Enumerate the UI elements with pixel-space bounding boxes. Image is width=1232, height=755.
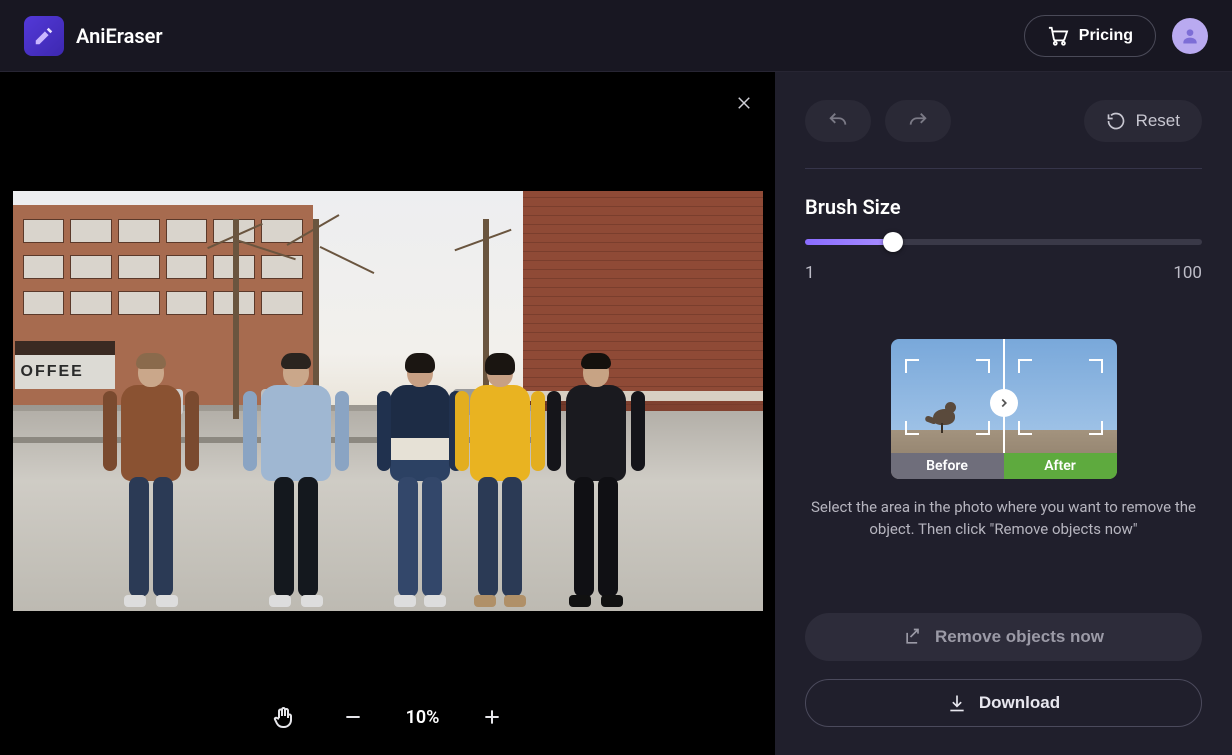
example-section: Before After Select the area in the phot… bbox=[805, 339, 1202, 541]
eraser-icon bbox=[903, 627, 923, 647]
remove-objects-label: Remove objects now bbox=[935, 627, 1104, 647]
user-avatar[interactable] bbox=[1172, 18, 1208, 54]
redo-icon bbox=[907, 110, 929, 132]
brush-min-label: 1 bbox=[805, 263, 815, 283]
close-button[interactable] bbox=[731, 90, 757, 116]
panel-actions: Remove objects now Download bbox=[805, 613, 1202, 727]
cart-icon bbox=[1047, 26, 1069, 46]
header-actions: Pricing bbox=[1024, 15, 1208, 57]
instruction-text: Select the area in the photo where you w… bbox=[805, 497, 1202, 541]
canvas-holder[interactable]: OFFEE bbox=[0, 72, 775, 679]
photo-canvas[interactable]: OFFEE bbox=[13, 191, 763, 611]
download-icon bbox=[947, 693, 967, 713]
history-buttons bbox=[805, 100, 951, 142]
undo-icon bbox=[827, 110, 849, 132]
canvas-area: OFFEE bbox=[0, 72, 775, 755]
example-image: Before After bbox=[891, 339, 1117, 479]
compare-handle[interactable] bbox=[990, 389, 1018, 417]
scene-sign-text: OFFEE bbox=[15, 355, 115, 389]
plus-icon bbox=[482, 707, 502, 727]
brush-range-labels: 1 100 bbox=[805, 263, 1202, 283]
download-label: Download bbox=[979, 693, 1060, 713]
example-before-label: Before bbox=[891, 453, 1004, 479]
zoom-in-button[interactable] bbox=[475, 700, 509, 734]
minus-icon bbox=[343, 707, 363, 727]
panel-divider bbox=[805, 168, 1202, 169]
chevron-right-icon bbox=[997, 396, 1011, 410]
app-header: AniEraser Pricing bbox=[0, 0, 1232, 72]
close-icon bbox=[735, 94, 753, 112]
brush-size-slider[interactable] bbox=[805, 239, 1202, 245]
reset-button[interactable]: Reset bbox=[1084, 100, 1202, 142]
logo-group: AniEraser bbox=[24, 16, 163, 56]
pricing-label: Pricing bbox=[1079, 27, 1133, 45]
undo-button[interactable] bbox=[805, 100, 871, 142]
side-panel: Reset Brush Size 1 100 bbox=[775, 72, 1232, 755]
brush-size-title: Brush Size bbox=[805, 195, 1202, 219]
example-bird-icon bbox=[929, 393, 963, 433]
pan-hand-button[interactable] bbox=[266, 700, 300, 734]
slider-fill bbox=[805, 239, 893, 245]
example-after-label: After bbox=[1004, 453, 1117, 479]
user-icon bbox=[1180, 26, 1200, 46]
remove-objects-button[interactable]: Remove objects now bbox=[805, 613, 1202, 661]
zoom-out-button[interactable] bbox=[336, 700, 370, 734]
redo-button[interactable] bbox=[885, 100, 951, 142]
zoom-toolbar: 10% bbox=[0, 679, 775, 755]
zoom-value: 10% bbox=[406, 707, 440, 728]
main-split: OFFEE bbox=[0, 72, 1232, 755]
app-name: AniEraser bbox=[76, 24, 163, 48]
brush-max-label: 100 bbox=[1173, 263, 1202, 283]
slider-thumb[interactable] bbox=[883, 232, 903, 252]
reset-label: Reset bbox=[1136, 111, 1180, 131]
reset-icon bbox=[1106, 111, 1126, 131]
hand-icon bbox=[271, 705, 295, 729]
app-logo-icon bbox=[24, 16, 64, 56]
pricing-button[interactable]: Pricing bbox=[1024, 15, 1156, 57]
download-button[interactable]: Download bbox=[805, 679, 1202, 727]
panel-top-row: Reset bbox=[805, 100, 1202, 142]
